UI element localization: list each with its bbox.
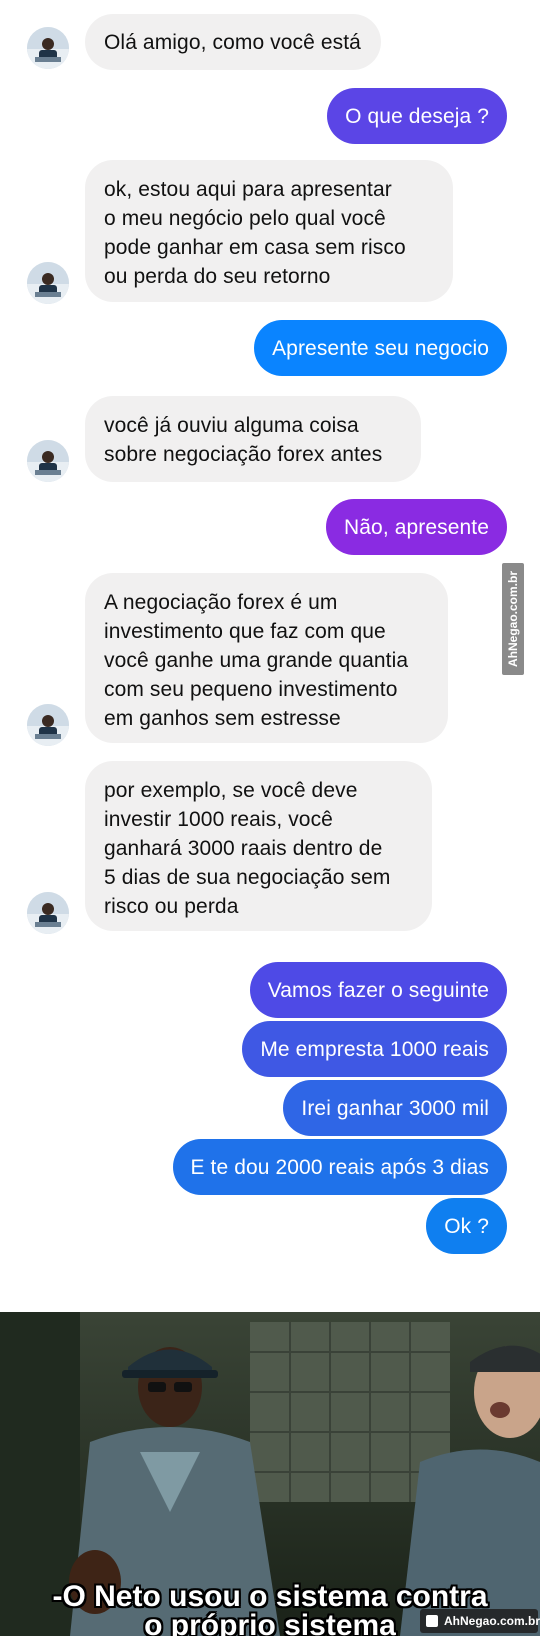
outgoing-message[interactable]: Apresente seu negocio — [254, 320, 507, 376]
contact-avatar[interactable] — [27, 27, 69, 69]
outgoing-message[interactable]: Ok ? — [426, 1198, 507, 1254]
outgoing-message[interactable]: Não, apresente — [326, 499, 507, 555]
contact-avatar[interactable] — [27, 892, 69, 934]
outgoing-message[interactable]: O que deseja ? — [327, 88, 507, 144]
outgoing-message[interactable]: Irei ganhar 3000 mil — [283, 1080, 507, 1136]
contact-avatar[interactable] — [27, 262, 69, 304]
incoming-message[interactable]: A negociação forex é um investimento que… — [85, 573, 448, 743]
outgoing-message[interactable]: E te dou 2000 reais após 3 dias — [172, 1139, 507, 1195]
outgoing-message[interactable]: Me empresta 1000 reais — [242, 1021, 507, 1077]
watermark-side: AhNegao.com.br — [502, 563, 524, 675]
site-logo-icon — [426, 1615, 438, 1627]
watermark-side-text: AhNegao.com.br — [506, 570, 520, 668]
contact-avatar[interactable] — [27, 440, 69, 482]
incoming-message[interactable]: Olá amigo, como você está — [85, 14, 381, 70]
incoming-message[interactable]: por exemplo, se você deve investir 1000 … — [85, 761, 432, 931]
contact-avatar[interactable] — [27, 704, 69, 746]
incoming-message[interactable]: você já ouviu alguma coisa sobre negocia… — [85, 396, 421, 482]
chat-thread: Olá amigo, como você está O que deseja ?… — [0, 0, 540, 1312]
watermark-bottom: AhNegao.com.br — [420, 1609, 540, 1633]
incoming-message[interactable]: ok, estou aqui para apresentar o meu neg… — [85, 160, 453, 302]
watermark-bottom-text: AhNegao.com.br — [444, 1614, 540, 1628]
outgoing-message[interactable]: Vamos fazer o seguinte — [249, 962, 507, 1018]
